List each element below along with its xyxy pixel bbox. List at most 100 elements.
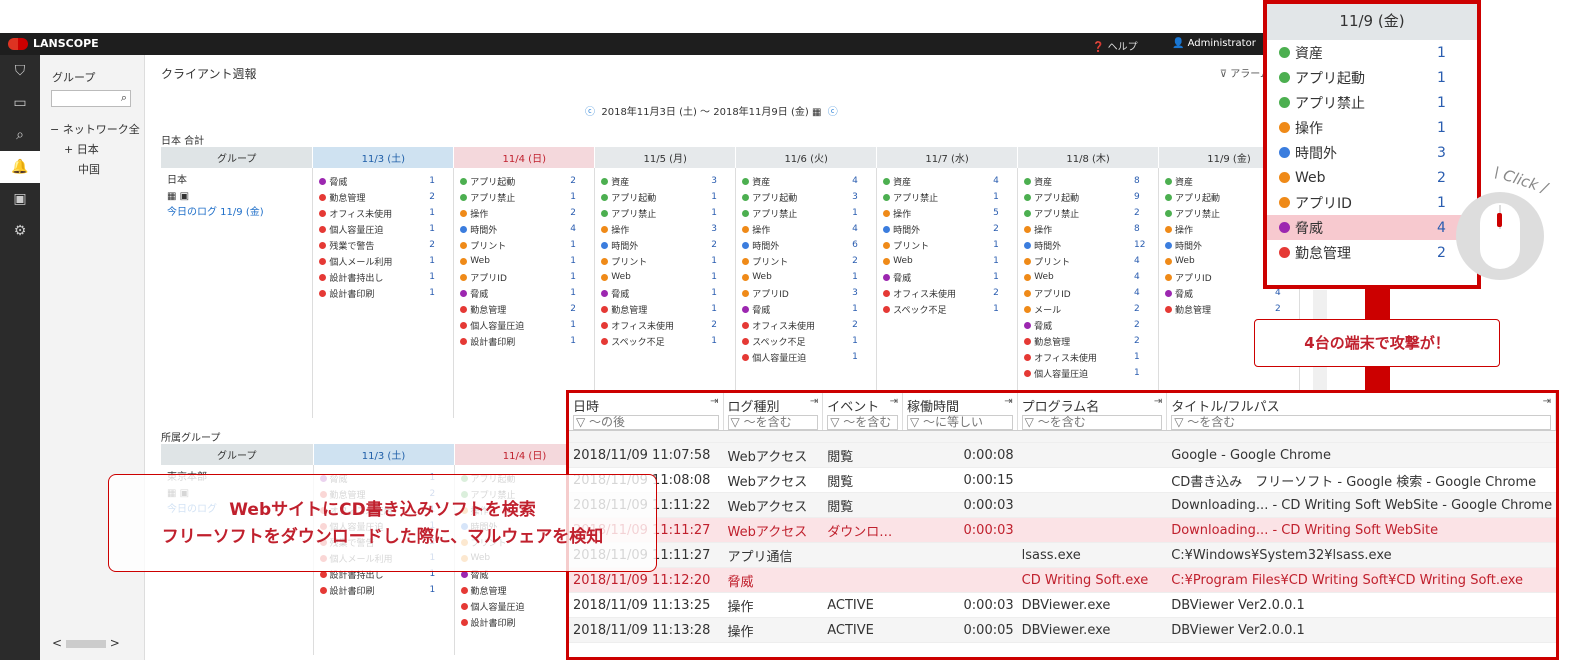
alert-entry[interactable]: アプリ起動 9: [1024, 189, 1152, 205]
alert-entry[interactable]: 操作 5: [883, 205, 1011, 221]
alert-count[interactable]: 2: [570, 208, 588, 218]
alert-count[interactable]: 2: [993, 224, 1011, 234]
report-icon[interactable]: ▣: [0, 183, 40, 215]
alert-entry[interactable]: 個人容量圧迫 1: [1024, 365, 1152, 381]
alert-entry[interactable]: 脅威 1: [601, 285, 729, 301]
alert-entry[interactable]: アプリ禁止 1: [742, 205, 870, 221]
alert-entry[interactable]: 設計書印刷 1: [460, 333, 588, 349]
alert-count[interactable]: 2: [1134, 208, 1152, 218]
zoom-row[interactable]: アプリ起動 1: [1267, 65, 1477, 90]
alert-entry[interactable]: Web 1: [742, 269, 870, 285]
alert-count[interactable]: 1: [570, 272, 588, 282]
column-filter-input[interactable]: ▽ ～を含む: [727, 415, 819, 430]
zoom-row[interactable]: 勤怠管理 2: [1267, 240, 1477, 265]
alert-count[interactable]: 6: [852, 240, 870, 250]
log-column-header[interactable]: ログ種別 ⇥ ▽ ～を含む: [724, 393, 824, 430]
pin-icon[interactable]: ⇥: [710, 396, 718, 407]
column-filter-input[interactable]: ▽ ～を含む: [1171, 415, 1551, 430]
alert-count[interactable]: 2: [429, 192, 447, 202]
alert-count[interactable]: 1: [570, 320, 588, 330]
alert-entry[interactable]: 勤怠管理 2: [319, 189, 447, 205]
alert-entry[interactable]: オフィス未使用 1: [1024, 349, 1152, 365]
scroll-left-icon[interactable]: <: [52, 636, 62, 650]
alert-count[interactable]: 3: [711, 224, 729, 234]
person-icon[interactable]: ▣: [180, 191, 189, 202]
alert-count[interactable]: 4: [1134, 256, 1152, 266]
alert-entry[interactable]: Web 1: [601, 269, 729, 285]
alert-entry[interactable]: 操作 3: [601, 221, 729, 237]
alert-entry[interactable]: 設計書印刷 1: [319, 582, 448, 598]
alert-entry[interactable]: スペック不足 1: [742, 333, 870, 349]
alert-entry[interactable]: 勤怠管理 2: [1024, 333, 1152, 349]
alert-entry[interactable]: アプリID 3: [742, 285, 870, 301]
tree-item-japan[interactable]: + 日本: [64, 141, 99, 157]
alert-count[interactable]: 1: [570, 256, 588, 266]
log-column-header[interactable]: プログラム名 ⇥ ▽ ～を含む: [1018, 393, 1168, 430]
alert-entry[interactable]: アプリID 1: [460, 269, 588, 285]
alert-count[interactable]: 1: [570, 288, 588, 298]
log-row[interactable]: 2018/11/09 11:12:20 脅威 CD Writing Soft.exe…: [569, 568, 1556, 593]
log-row[interactable]: 2018/11/09 11:13:28 操作 ACTIVE 0:00:05 DBView…: [569, 618, 1556, 643]
alert-entry[interactable]: 時間外 2: [601, 237, 729, 253]
alert-entry[interactable]: 脅威 2: [1024, 317, 1152, 333]
column-filter-input[interactable]: ▽ ～に等しい: [907, 415, 1013, 430]
alert-entry[interactable]: 勤怠管理 1: [601, 301, 729, 317]
zoom-row[interactable]: Web 2: [1267, 165, 1477, 190]
alert-entry[interactable]: プリント 1: [460, 237, 588, 253]
alert-entry[interactable]: オフィス未使用 1: [319, 205, 447, 221]
alert-entry[interactable]: 残業で警告 2: [319, 237, 447, 253]
alert-entry[interactable]: 時間外 2: [883, 221, 1011, 237]
zoom-row[interactable]: 資産 1: [1267, 40, 1477, 65]
alert-count[interactable]: 1: [711, 256, 729, 266]
alert-count[interactable]: 2: [1134, 320, 1152, 330]
zoom-row[interactable]: アプリID 1: [1267, 190, 1477, 215]
alert-count[interactable]: 1: [993, 272, 1011, 282]
alert-count[interactable]: 2: [429, 240, 447, 250]
alert-count[interactable]: 1: [711, 192, 729, 202]
alert-entry[interactable]: プリント 1: [883, 237, 1011, 253]
alert-entry[interactable]: アプリ起動 2: [460, 173, 588, 189]
horizontal-scrollbar[interactable]: < >: [52, 636, 120, 650]
alert-count[interactable]: 1: [852, 304, 870, 314]
pin-icon[interactable]: ⇥: [810, 396, 818, 407]
log-row[interactable]: 2018/11/09 11:07:58 Webアクセス 閲覧 0:00:08 Googl…: [569, 443, 1556, 468]
alert-count[interactable]: 1: [429, 224, 447, 234]
zoom-row[interactable]: 操作 1: [1267, 115, 1477, 140]
column-filter-input[interactable]: ▽ ～の後: [573, 415, 719, 430]
alert-entry[interactable]: Web 1: [460, 253, 588, 269]
alert-count[interactable]: 1: [1134, 352, 1152, 362]
alert-count[interactable]: 1: [429, 288, 447, 298]
column-filter-input[interactable]: ▽ ～を含む: [827, 415, 898, 430]
alert-entry[interactable]: 時間外 6: [742, 237, 870, 253]
alert-count[interactable]: 4: [1134, 288, 1152, 298]
next-week-icon[interactable]: ⓒ: [828, 107, 838, 118]
alert-entry[interactable]: 時間外 12: [1024, 237, 1152, 253]
log-column-header[interactable]: イベント ⇥ ▽ ～を含む: [823, 393, 903, 430]
tree-item-network[interactable]: − ネットワーク全: [50, 121, 140, 137]
alert-entry[interactable]: 個人メール利用 1: [319, 253, 447, 269]
alert-count[interactable]: 2: [1134, 336, 1152, 346]
alert-count[interactable]: 12: [1134, 240, 1152, 250]
alert-entry[interactable]: 操作 2: [460, 205, 588, 221]
column-filter-input[interactable]: ▽ ～を含む: [1021, 415, 1163, 430]
search-icon[interactable]: ⌕: [121, 91, 127, 105]
alert-entry[interactable]: 勤怠管理 2: [460, 301, 588, 317]
prev-week-icon[interactable]: ⓒ: [585, 107, 595, 118]
alert-entry[interactable]: アプリ禁止 1: [460, 189, 588, 205]
alert-entry[interactable]: プリント 2: [742, 253, 870, 269]
zoom-row[interactable]: 時間外 3: [1267, 140, 1477, 165]
zoom-row[interactable]: アプリ禁止 1: [1267, 90, 1477, 115]
log-column-header[interactable]: タイトル/フルパス ⇥ ▽ ～を含む: [1167, 393, 1556, 430]
alert-count[interactable]: 2: [852, 256, 870, 266]
alert-entry[interactable]: アプリ禁止 1: [601, 205, 729, 221]
pin-icon[interactable]: ⇥: [1154, 396, 1162, 407]
alert-entry[interactable]: 脅威 1: [460, 285, 588, 301]
bell-icon[interactable]: 🔔: [0, 151, 40, 183]
alert-count[interactable]: 2: [1275, 304, 1293, 314]
zoom-count[interactable]: 1: [1437, 45, 1477, 61]
zoom-count[interactable]: 3: [1437, 145, 1477, 161]
alert-entry[interactable]: 操作 4: [742, 221, 870, 237]
alert-count[interactable]: 1: [429, 208, 447, 218]
alert-count[interactable]: 2: [1134, 304, 1152, 314]
alert-count[interactable]: 2: [570, 304, 588, 314]
